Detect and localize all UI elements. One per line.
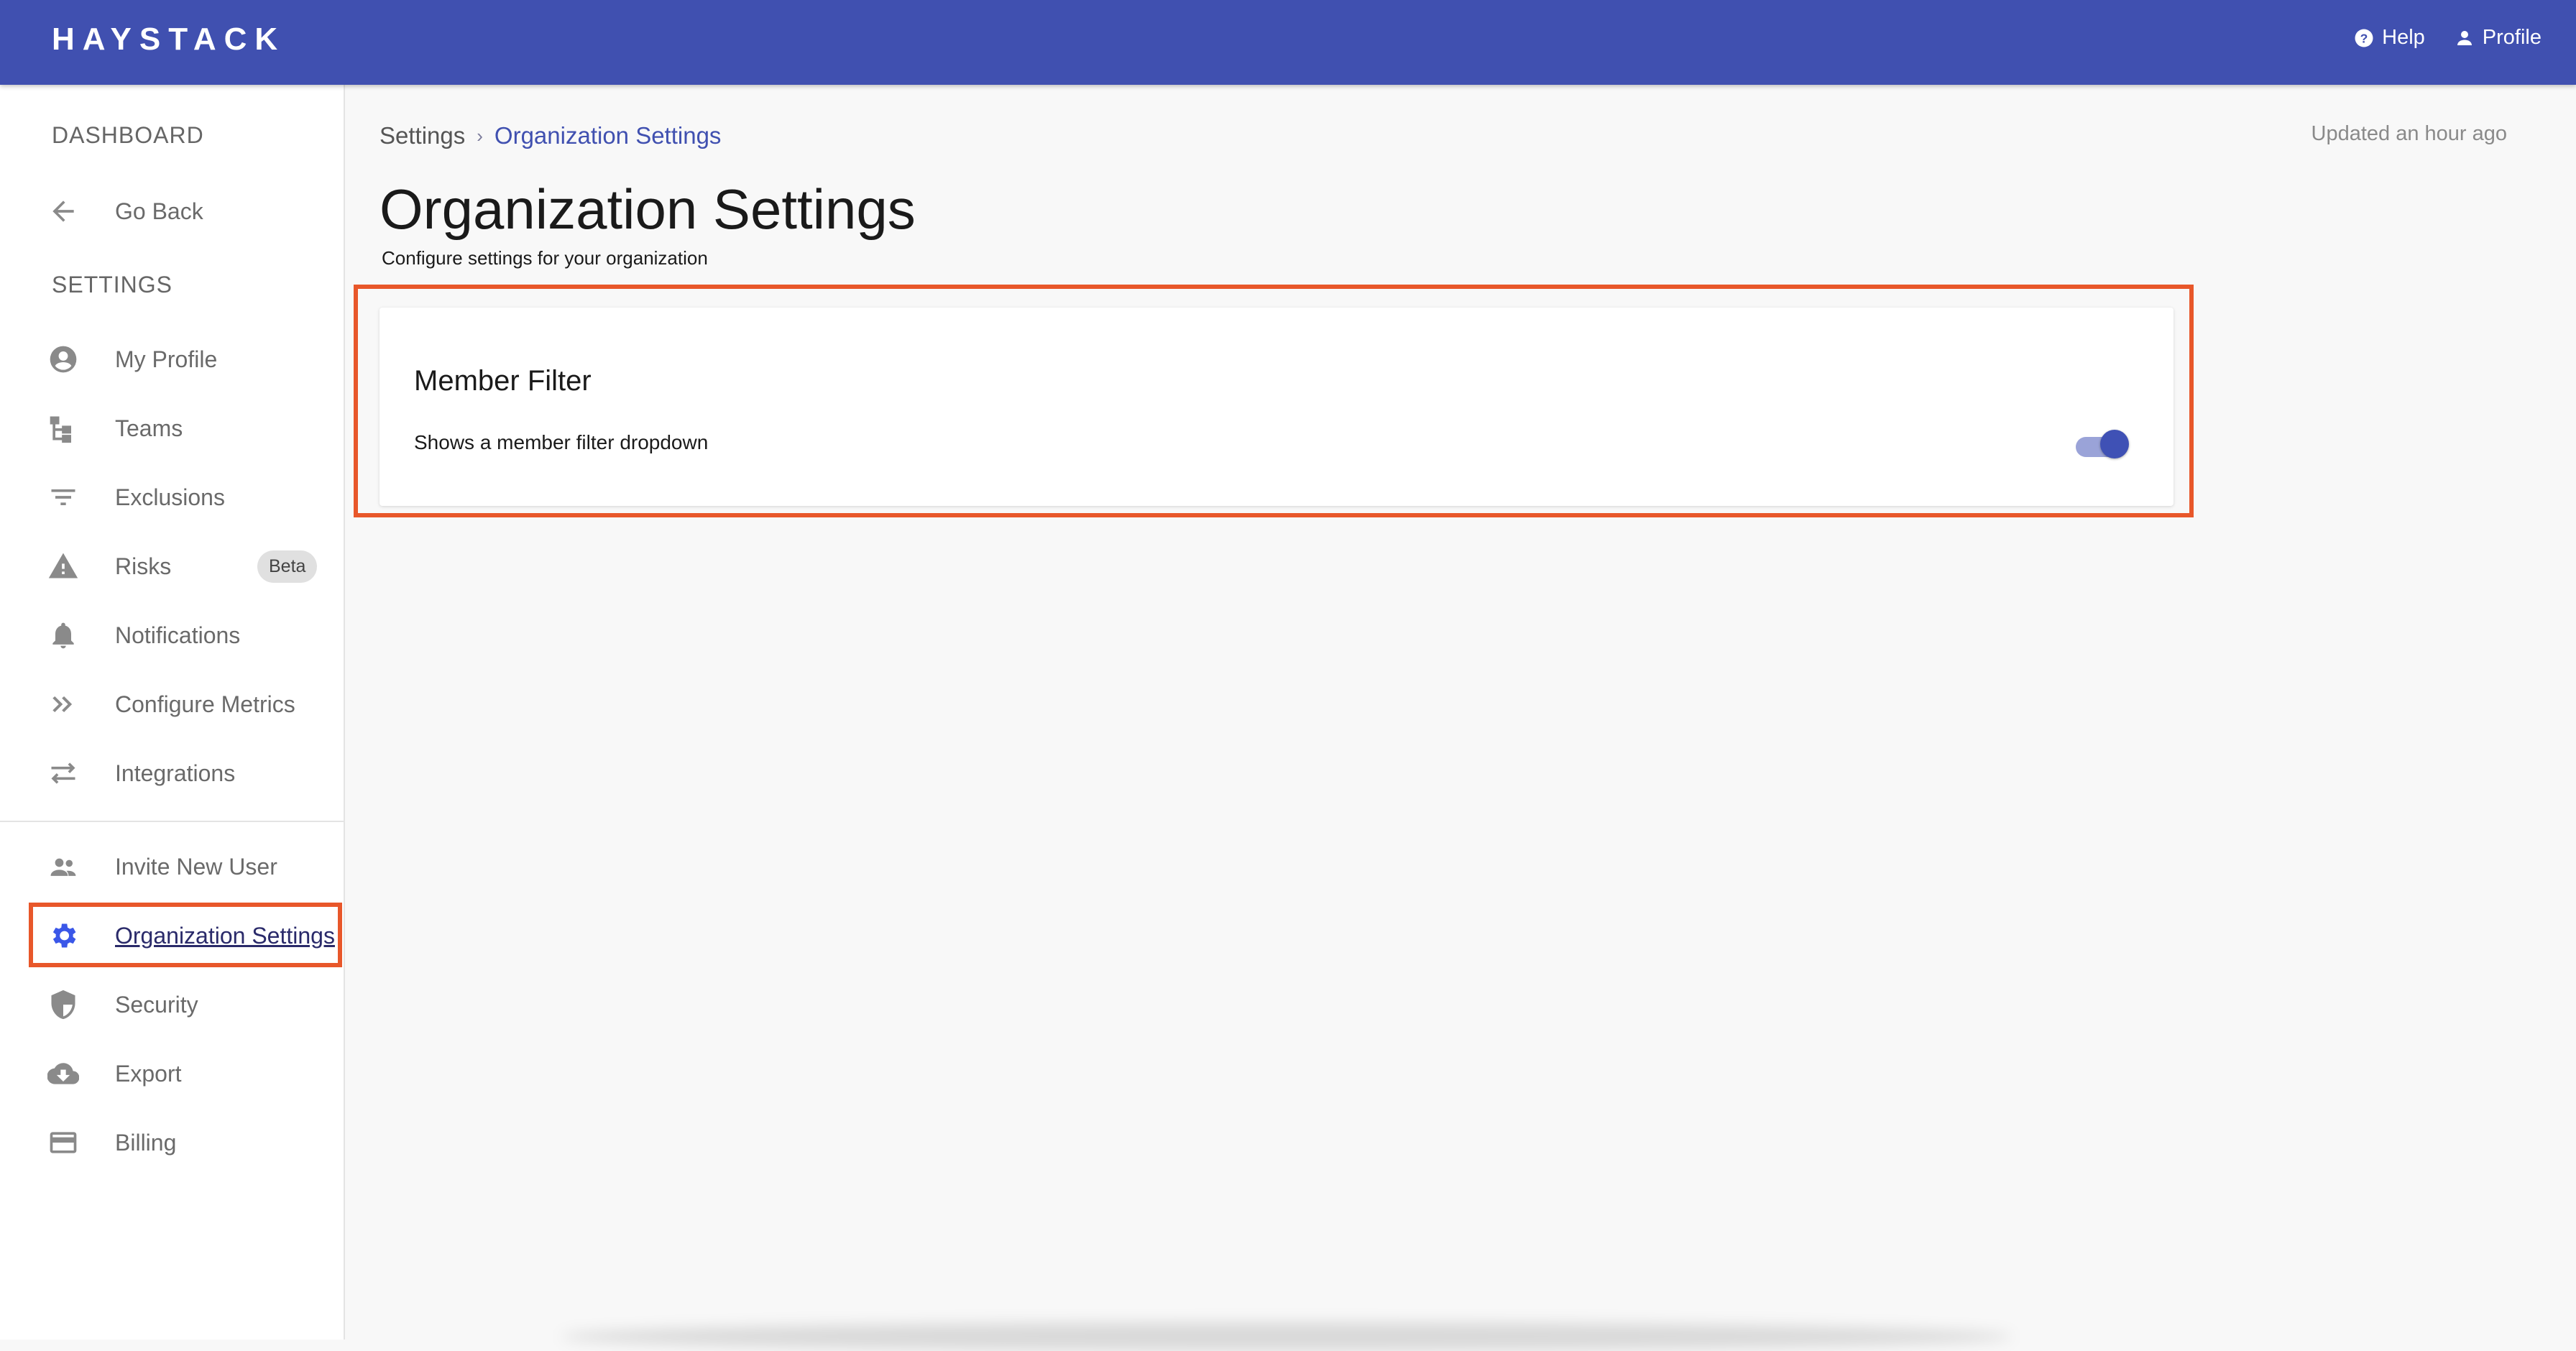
svg-text:?: ?: [2360, 31, 2368, 45]
member-filter-card: Member Filter Shows a member filter drop…: [380, 308, 2174, 506]
arrow-back-icon: [46, 194, 80, 229]
sidebar-item-label: Risks: [115, 553, 172, 579]
sidebar: DASHBOARD Go Back SETTINGS My Profile Te…: [0, 85, 345, 1340]
go-back-label: Go Back: [115, 198, 203, 224]
sidebar-item-label: My Profile: [115, 346, 218, 372]
beta-badge: Beta: [257, 550, 318, 583]
breadcrumb-current[interactable]: Organization Settings: [494, 122, 722, 149]
sidebar-item-integrations[interactable]: Integrations: [0, 739, 344, 808]
sidebar-item-exclusions[interactable]: Exclusions: [0, 463, 344, 532]
member-filter-toggle[interactable]: [2071, 427, 2132, 461]
sidebar-item-label: Invite New User: [115, 853, 277, 880]
breadcrumb: Settings › Organization Settings: [380, 122, 721, 149]
sidebar-item-my-profile[interactable]: My Profile: [0, 325, 344, 394]
sidebar-item-label: Billing: [115, 1129, 177, 1156]
cloud-download-icon: [46, 1056, 80, 1091]
filter-icon: [46, 480, 80, 515]
bell-icon: [46, 618, 80, 653]
sidebar-item-label: Configure Metrics: [115, 691, 295, 717]
help-link[interactable]: ? Help: [2353, 26, 2425, 50]
page-subtitle: Configure settings for your organization: [382, 247, 708, 269]
help-icon: ?: [2355, 29, 2373, 47]
page-title: Organization Settings: [380, 177, 916, 241]
sidebar-item-notifications[interactable]: Notifications: [0, 601, 344, 670]
sidebar-item-label: Organization Settings: [115, 922, 335, 949]
sidebar-item-label: Integrations: [115, 760, 236, 786]
double-chevron-icon: [46, 687, 80, 721]
updated-timestamp: Updated an hour ago: [2311, 122, 2508, 145]
dashboard-section-header: DASHBOARD: [52, 122, 204, 148]
swap-icon: [46, 756, 80, 790]
sidebar-item-label: Security: [115, 991, 198, 1018]
sidebar-item-label: Export: [115, 1060, 182, 1087]
help-label: Help: [2382, 26, 2425, 49]
sidebar-item-export[interactable]: Export: [0, 1039, 344, 1108]
sidebar-divider: [0, 821, 344, 822]
card-title: Member Filter: [414, 365, 592, 397]
sidebar-item-label: Exclusions: [115, 484, 225, 510]
haystack-logo[interactable]: HAYSTACK: [52, 22, 285, 57]
top-app-bar: HAYSTACK ? Help Profile: [0, 0, 2576, 85]
sidebar-item-configure-metrics[interactable]: Configure Metrics: [0, 670, 344, 739]
sidebar-item-organization-settings[interactable]: Organization Settings: [0, 901, 344, 970]
breadcrumb-settings[interactable]: Settings: [380, 122, 465, 149]
people-icon: [46, 849, 80, 884]
sidebar-item-invite-new-user[interactable]: Invite New User: [0, 832, 344, 901]
person-icon: [2457, 30, 2472, 45]
sidebar-item-risks[interactable]: Risks Beta: [0, 532, 344, 601]
gear-icon: [46, 918, 80, 953]
toggle-thumb: [2100, 430, 2129, 458]
warning-icon: [46, 549, 80, 584]
go-back-link[interactable]: Go Back: [0, 177, 344, 246]
account-circle-icon: [46, 342, 80, 377]
teams-icon: [46, 411, 80, 446]
card-description: Shows a member filter dropdown: [414, 431, 709, 453]
sidebar-item-security[interactable]: Security: [0, 970, 344, 1039]
sidebar-item-billing[interactable]: Billing: [0, 1108, 344, 1177]
sidebar-item-label: Notifications: [115, 622, 241, 648]
settings-section-header: SETTINGS: [52, 272, 173, 298]
profile-link[interactable]: Profile: [2454, 26, 2542, 50]
top-actions: ? Help Profile: [2353, 26, 2542, 50]
sidebar-item-teams[interactable]: Teams: [0, 394, 344, 463]
profile-label: Profile: [2482, 26, 2542, 49]
breadcrumb-separator: ›: [477, 124, 483, 147]
credit-card-icon: [46, 1125, 80, 1160]
sidebar-item-label: Teams: [115, 415, 183, 441]
bottom-shadow: [561, 1322, 2012, 1351]
shield-icon: [46, 987, 80, 1022]
